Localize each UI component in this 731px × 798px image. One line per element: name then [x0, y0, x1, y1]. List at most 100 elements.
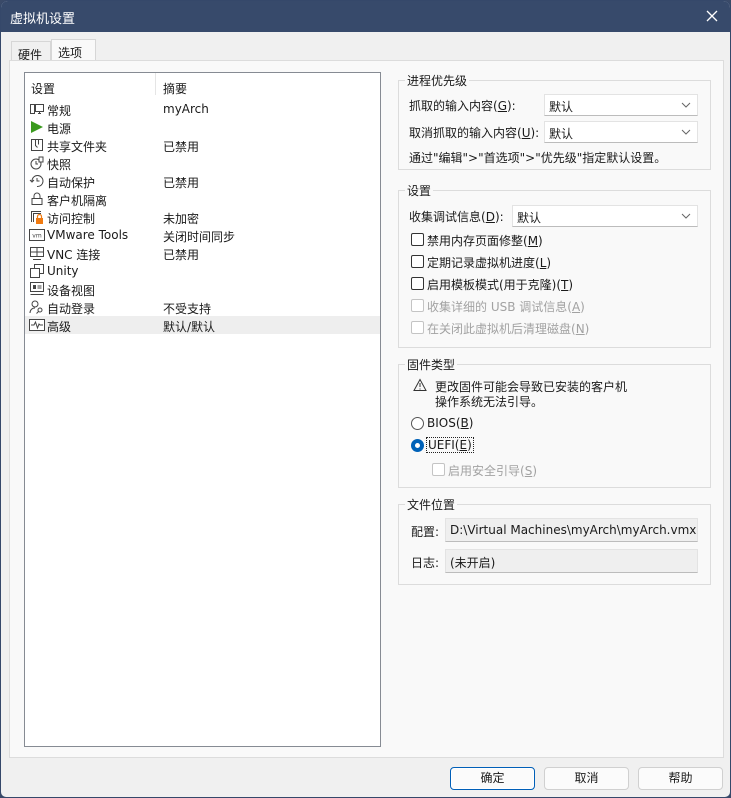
warning-icon: [413, 378, 427, 391]
monitor-icon: [30, 104, 44, 114]
vnc-icon: [30, 247, 44, 260]
item-summary: myArch: [163, 102, 209, 116]
item-summary: 未加密: [163, 212, 200, 226]
checkbox-label: 定期记录虚拟机进度(L): [427, 256, 552, 270]
tab-hardware[interactable]: 硬件: [11, 41, 51, 62]
tab-options[interactable]: 选项: [51, 39, 96, 62]
radio-label: UEFI(E): [426, 437, 474, 453]
snapshot-icon: [30, 156, 44, 170]
shared-folder-icon: [31, 139, 43, 151]
item-name: Unity: [47, 264, 79, 278]
radio-button[interactable]: [411, 417, 424, 430]
list-item-vmware-tools[interactable]: vm VMware Tools 关闭时间同步: [25, 226, 380, 244]
debug-info-select[interactable]: 默认: [512, 205, 698, 227]
checkbox-label: 禁用内存页面修整(M): [427, 234, 543, 248]
checkbox-box[interactable]: [411, 233, 424, 246]
list-item-vnc[interactable]: VNC 连接 已禁用: [25, 244, 380, 262]
ungrabbed-input-select[interactable]: 默认: [544, 121, 698, 143]
cancel-button[interactable]: 取消: [544, 767, 629, 790]
column-divider[interactable]: [155, 73, 156, 95]
autoprotect-clock-icon: [29, 175, 44, 188]
list-item-access-control[interactable]: 访问控制 未加密: [25, 208, 380, 226]
item-name: 客户机隔离: [47, 194, 108, 208]
checkbox-box[interactable]: [411, 277, 424, 290]
field-value: (未开启): [450, 556, 496, 570]
group-legend: 文件位置: [405, 496, 458, 513]
file-location-group: 文件位置 配置: D:\Virtual Machines\myArch\myAr…: [398, 496, 711, 585]
checkbox-box[interactable]: [411, 255, 424, 268]
list-item-autoprotect[interactable]: 自动保护 已禁用: [25, 172, 380, 190]
settings-group: 设置 收集调试信息(D): 默认 禁用内存页面修整(M) 定期记录虚拟机进度(L…: [398, 182, 711, 348]
checkbox-box: [432, 463, 445, 476]
list-item-general[interactable]: 常规 myArch: [25, 100, 380, 118]
list-header: 设置 摘要: [25, 73, 380, 97]
field-value: D:\Virtual Machines\myArch\myArch.vmx: [450, 523, 697, 537]
config-label: 配置:: [411, 525, 440, 539]
item-name: 访问控制: [47, 212, 96, 226]
process-priority-group: 进程优先级 抓取的输入内容(G): 默认 取消抓取的输入内容(U): 默认 通过…: [398, 72, 711, 170]
ungrabbed-input-label: 取消抓取的输入内容(U):: [409, 126, 540, 140]
advanced-pulse-icon: [29, 319, 45, 331]
checkbox-label: 收集详细的 USB 调试信息(A): [427, 300, 585, 314]
priority-hint-text: 通过"编辑">"首选项">"优先级"指定默认设置。: [409, 151, 667, 165]
debug-info-label: 收集调试信息(D):: [409, 210, 504, 224]
item-name: 常规: [47, 104, 72, 118]
group-legend: 进程优先级: [405, 72, 470, 89]
checkbox-label: 在关闭此虚拟机后清理磁盘(N): [427, 322, 590, 336]
list-item-autologin[interactable]: 自动登录 不受支持: [25, 298, 380, 316]
chevron-down-icon: [681, 213, 691, 219]
log-path-field[interactable]: (未开启): [445, 549, 698, 573]
chevron-down-icon: [681, 102, 691, 108]
svg-text:vm: vm: [32, 233, 42, 240]
firmware-warning-line2: 操作系统无法引导。: [435, 395, 544, 409]
chevron-down-icon: [681, 129, 691, 135]
radio-button[interactable]: [411, 439, 424, 452]
checkbox-label: 启用模板模式(用于克隆)(T): [427, 278, 574, 292]
radio-label: BIOS(B): [427, 416, 474, 430]
item-name: 电源: [47, 122, 72, 136]
vm-settings-dialog: 虚拟机设置 硬件 选项 设置 摘要 常规 myArch 电源 共享文件夹 已禁用…: [0, 0, 731, 798]
list-item-device-view[interactable]: 设备视图: [25, 280, 380, 298]
item-name: 共享文件夹: [47, 140, 108, 154]
select-value: 默认: [549, 127, 574, 141]
item-name: VMware Tools: [47, 228, 129, 242]
grabbed-input-select[interactable]: 默认: [544, 94, 698, 116]
item-summary: 已禁用: [163, 176, 200, 190]
item-name: 高级: [47, 320, 72, 334]
list-item-unity[interactable]: Unity: [25, 262, 380, 280]
checkbox-box: [411, 321, 424, 334]
item-name: VNC 连接: [47, 248, 101, 262]
select-value: 默认: [517, 211, 542, 225]
group-legend: 固件类型: [405, 356, 458, 373]
grabbed-input-label: 抓取的输入内容(G):: [409, 99, 516, 113]
item-name: 自动保护: [47, 176, 96, 190]
close-icon[interactable]: [702, 6, 722, 26]
list-item-guest-isolation[interactable]: 客户机隔离: [25, 190, 380, 208]
window-title: 虚拟机设置: [10, 12, 76, 27]
list-item-power[interactable]: 电源: [25, 118, 380, 136]
item-summary: 关闭时间同步: [163, 230, 236, 244]
list-item-advanced[interactable]: 高级 默认/默认: [25, 316, 380, 334]
settings-list[interactable]: 设置 摘要 常规 myArch 电源 共享文件夹 已禁用 快照 自动保护 已禁用…: [24, 72, 381, 747]
log-label: 日志:: [411, 556, 440, 570]
ok-button[interactable]: 确定: [450, 767, 535, 790]
power-play-icon: [31, 121, 43, 133]
item-summary: 已禁用: [163, 248, 200, 262]
access-control-icon: [31, 211, 43, 224]
title-bar: 虚拟机设置: [1, 1, 730, 32]
options-panel: 设置 摘要 常规 myArch 电源 共享文件夹 已禁用 快照 自动保护 已禁用…: [9, 60, 724, 758]
autologin-key-icon: [29, 300, 43, 314]
list-item-snapshots[interactable]: 快照: [25, 154, 380, 172]
item-name: 设备视图: [47, 284, 96, 298]
checkbox-box: [411, 299, 424, 312]
checkbox-label: 启用安全引导(S): [448, 464, 537, 478]
firmware-type-group: 固件类型 更改固件可能会导致已安装的客户机 操作系统无法引导。 BIOS(B) …: [398, 356, 711, 488]
list-item-shared-folders[interactable]: 共享文件夹 已禁用: [25, 136, 380, 154]
lock-icon: [31, 192, 43, 205]
config-path-field[interactable]: D:\Virtual Machines\myArch\myArch.vmx: [445, 518, 698, 542]
help-button[interactable]: 帮助: [638, 767, 723, 790]
column-header-summary[interactable]: 摘要: [163, 80, 187, 97]
list-rows: 常规 myArch 电源 共享文件夹 已禁用 快照 自动保护 已禁用 客户机隔离…: [25, 100, 380, 334]
item-summary: 默认/默认: [163, 320, 216, 334]
column-header-setting[interactable]: 设置: [31, 80, 55, 97]
